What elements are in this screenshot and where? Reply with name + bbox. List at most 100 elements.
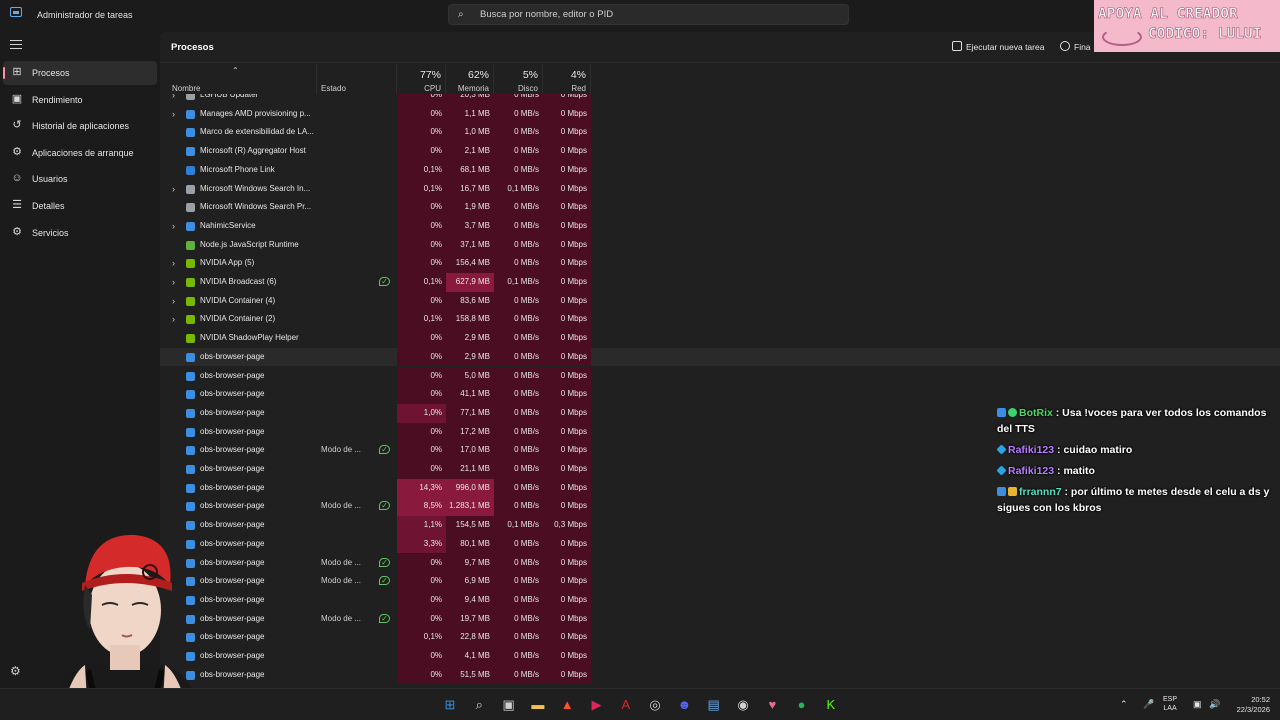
process-icon	[186, 221, 195, 231]
disk-label: Disco	[517, 84, 538, 93]
network-value: 0 Mbps	[543, 460, 591, 479]
network-icon[interactable]: ▣	[1193, 699, 1202, 710]
run-new-task-button[interactable]: Ejecutar nueva tarea	[952, 41, 1044, 52]
obs-icon[interactable]: ◎	[647, 697, 663, 713]
spotify-icon[interactable]: ●	[794, 697, 810, 713]
end-task-button[interactable]: Fina	[1060, 41, 1091, 52]
column-header-disk[interactable]: 5% Disco	[494, 64, 543, 94]
sidebar-item-rendimiento[interactable]: ▣ Rendimiento	[3, 88, 157, 112]
memory-value: 4,1 MB	[446, 647, 494, 666]
table-row[interactable]: NVIDIA ShadowPlay Helper 0% 2,9 MB 0 MB/s 0 …	[160, 329, 1280, 348]
steam-icon[interactable]: ◉	[735, 697, 751, 713]
process-icon	[186, 184, 195, 194]
table-row[interactable]: Marco de extensibilidad de LA... 0% 1,0 MB…	[160, 123, 1280, 143]
sidebar-item-label: Procesos	[32, 68, 70, 78]
table-row[interactable]: Microsoft Windows Search Pr... 0% 1,9 MB 0 …	[160, 198, 1280, 217]
network-value: 0 Mbps	[543, 497, 591, 517]
process-icon	[186, 278, 195, 287]
process-icon	[186, 296, 195, 306]
column-header-name[interactable]: ⌃ Nombre	[160, 64, 317, 94]
table-row[interactable]: Node.js JavaScript Runtime 0% 37,1 MB 0 MB/…	[160, 235, 1280, 255]
hamburger-menu-icon[interactable]	[10, 40, 22, 50]
expand-chevron-icon[interactable]: ›	[172, 292, 180, 311]
table-row[interactable]: obs-browser-page 0,1% 22,8 MB 0 MB/s 0 Mbps	[160, 628, 1280, 647]
process-name: obs-browser-page	[200, 538, 265, 548]
input-language-indicator[interactable]: ESP LAA	[1163, 695, 1177, 713]
sidebar-item-procesos[interactable]: ⊞ Procesos	[3, 61, 157, 85]
cpu-value: 0%	[397, 553, 446, 573]
table-row[interactable]: Microsoft (R) Aggregator Host 0% 2,1 MB 0 M…	[160, 142, 1280, 161]
search-input[interactable]	[480, 7, 840, 22]
table-row[interactable]: › NahimicService 0% 3,7 MB 0 MB/s 0 Mbps	[160, 216, 1280, 236]
table-row[interactable]: › Microsoft Windows Search In... 0,1% 16,7 …	[160, 179, 1280, 199]
memory-value: 19,7 MB	[446, 609, 494, 629]
column-header-network[interactable]: 4% Red	[543, 64, 591, 94]
table-row[interactable]: obs-browser-page 0% 5,0 MB 0 MB/s 0 Mbps	[160, 366, 1280, 386]
discord-icon[interactable]: ☻	[676, 697, 692, 713]
task-view-icon[interactable]: ▣	[501, 697, 517, 713]
table-row[interactable]: obs-browser-page Modo de ... ✓ 0% 6,9 MB 0 MB…	[160, 572, 1280, 591]
banner-line-2: CODIGO: LULUI	[1148, 26, 1262, 43]
volume-icon[interactable]: 🔊	[1209, 699, 1220, 710]
sidebar-item-servicios[interactable]: ⚙ Servicios	[3, 221, 157, 245]
disk-value: 0 MB/s	[494, 366, 543, 386]
memory-value: 80,1 MB	[446, 534, 494, 554]
media-player-icon[interactable]: ▶	[589, 697, 605, 713]
acrobat-icon[interactable]: A	[618, 697, 634, 713]
table-row[interactable]: › NVIDIA App (5) 0% 156,4 MB 0 MB/s 0 Mbps	[160, 254, 1280, 273]
network-value: 0 Mbps	[543, 403, 591, 423]
process-icon	[186, 165, 195, 175]
disk-value: 0 MB/s	[494, 235, 543, 255]
task-manager-icon	[10, 7, 22, 17]
settings-gear-icon[interactable]: ⚙	[10, 664, 21, 678]
streamer-app-icon[interactable]: ♥	[764, 697, 780, 713]
kick-icon[interactable]: K	[823, 697, 839, 713]
process-icon	[186, 334, 195, 344]
table-row[interactable]: obs-browser-page 0% 2,9 MB 0 MB/s 0 Mbps	[160, 347, 1280, 367]
expand-chevron-icon[interactable]: ›	[172, 273, 180, 292]
expand-chevron-icon[interactable]: ›	[172, 94, 180, 105]
table-row[interactable]: › NVIDIA Container (4) 0% 83,6 MB 0 MB/s 0 Mb…	[160, 291, 1280, 311]
search-box[interactable]: ⌕	[448, 4, 849, 25]
column-header-memory[interactable]: 62% Memoria	[446, 64, 494, 94]
table-row[interactable]: obs-browser-page 3,3% 80,1 MB 0 MB/s 0 Mbps	[160, 534, 1280, 554]
sidebar-item-usuarios[interactable]: ☺ Usuarios	[3, 167, 157, 191]
table-row[interactable]: › Manages AMD provisioning p... 0% 1,1 MB 0 …	[160, 104, 1280, 124]
process-name: obs-browser-page	[200, 370, 265, 380]
table-row[interactable]: obs-browser-page Modo de ... ✓ 0% 9,7 MB 0 MB…	[160, 553, 1280, 573]
table-row[interactable]: › NVIDIA Container (2) 0,1% 158,8 MB 0 MB/s 0…	[160, 310, 1280, 330]
table-row[interactable]: Microsoft Phone Link 0,1% 68,1 MB 0 MB/s 0 M…	[160, 160, 1280, 180]
sidebar-item-detalles[interactable]: ☰ Detalles	[3, 194, 157, 218]
file-explorer-icon[interactable]: ▬	[530, 697, 546, 713]
column-header-cpu[interactable]: 77% CPU	[397, 64, 446, 94]
cpu-value: 0%	[397, 347, 446, 367]
expand-chevron-icon[interactable]: ›	[172, 217, 180, 236]
table-row[interactable]: obs-browser-page Modo de ... ✓ 0% 19,7 MB 0 M…	[160, 609, 1280, 629]
network-value: 0 Mbps	[543, 160, 591, 180]
table-row[interactable]: obs-browser-page 0% 4,1 MB 0 MB/s 0 Mbps	[160, 647, 1280, 666]
process-icon	[186, 465, 195, 474]
sidebar-item-historial-de-aplicaciones[interactable]: ↺ Historial de aplicaciones	[3, 114, 157, 138]
expand-chevron-icon[interactable]: ›	[172, 254, 180, 273]
table-row[interactable]: obs-browser-page 0% 9,4 MB 0 MB/s 0 Mbps	[160, 590, 1280, 610]
expand-chevron-icon[interactable]: ›	[172, 310, 180, 329]
expand-chevron-icon[interactable]: ›	[172, 105, 180, 124]
sidebar-item-aplicaciones-de-arranque[interactable]: ⚙ Aplicaciones de arranque	[3, 141, 157, 165]
table-row[interactable]: obs-browser-page 0% 41,1 MB 0 MB/s 0 Mbps	[160, 385, 1280, 404]
table-row[interactable]: › LGHUB Updater 0% 20,3 MB 0 MB/s 0 Mbps	[160, 94, 1280, 105]
expand-chevron-icon[interactable]: ›	[172, 180, 180, 199]
process-name: NVIDIA Broadcast (6)	[200, 277, 277, 286]
table-row[interactable]: obs-browser-page 0% 51,5 MB 0 MB/s 0 Mbps	[160, 665, 1280, 685]
system-clock[interactable]: 20:52 22/3/2026	[1228, 695, 1270, 715]
disk-value: 0 MB/s	[494, 572, 543, 591]
process-icon	[186, 147, 195, 157]
brave-icon[interactable]: ▲	[559, 697, 575, 713]
column-header-status[interactable]: Estado	[317, 64, 397, 94]
task-manager-icon[interactable]: ▤	[706, 697, 722, 713]
search-icon[interactable]: ⌕	[471, 697, 487, 713]
windows-start-icon[interactable]: ⊞	[442, 697, 458, 713]
show-hidden-icons-chevron-icon[interactable]: ⌃	[1120, 699, 1128, 710]
clock-time: 20:52	[1251, 695, 1270, 704]
table-row[interactable]: › NVIDIA Broadcast (6) ✓ 0,1% 627,9 MB 0,1 MB…	[160, 273, 1280, 292]
microphone-icon[interactable]: 🎤	[1143, 699, 1154, 710]
